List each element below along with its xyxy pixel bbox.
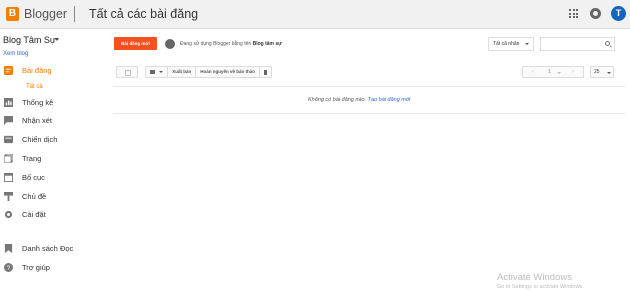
chevron-down-icon (159, 71, 164, 73)
sidebar-item-posts[interactable]: Bài đăng (0, 62, 108, 80)
account-avatar[interactable]: T (611, 6, 626, 21)
settings-icon (4, 210, 13, 219)
post-actions-group: Xuất bản Hoàn nguyên về bản thảo (145, 66, 273, 78)
page-number[interactable]: 1 (548, 69, 551, 75)
help-icon: ? (4, 263, 13, 272)
chevron-down-icon (607, 72, 611, 74)
empty-text: Không có bài đăng nào. (308, 97, 368, 103)
theme-icon (4, 192, 13, 201)
stats-icon (4, 98, 13, 107)
search-icon[interactable] (605, 41, 610, 46)
select-all-checkbox[interactable] (116, 66, 138, 78)
view-blog-link[interactable]: Xem blog (3, 51, 28, 57)
sidebar-item-layout[interactable]: Bố cục (0, 169, 108, 187)
profile-icon (165, 39, 175, 49)
apps-grid-icon[interactable] (569, 9, 578, 18)
sidebar-item-label: Chủ đề (22, 192, 47, 201)
svg-text:?: ? (7, 265, 11, 272)
brand-name[interactable]: Blogger (24, 7, 67, 21)
sidebar-item-stats[interactable]: Thống kê (0, 94, 108, 112)
sidebar-item-label: Cài đặt (22, 210, 46, 219)
label-button[interactable] (146, 67, 169, 77)
create-post-link[interactable]: Tạo bài đăng mới (368, 97, 411, 103)
sidebar-item-label: Danh sách Đọc (22, 244, 74, 253)
divider (113, 86, 625, 87)
sidebar-subitem-all[interactable]: Tất cả (26, 84, 43, 90)
prev-page-icon[interactable]: ‹ (532, 69, 534, 75)
empty-state-message: Không có bài đăng nào. Tạo bài đăng mới (308, 97, 410, 103)
header-divider (74, 6, 75, 22)
profile-name[interactable]: Blog tâm sự (253, 41, 282, 47)
delete-button[interactable] (260, 67, 271, 77)
new-post-button[interactable]: Bài đăng mới (114, 37, 157, 50)
label-icon (150, 70, 155, 74)
sidebar-item-label: Thống kê (22, 98, 54, 107)
trash-icon (264, 69, 268, 75)
search-input[interactable] (540, 37, 615, 51)
publish-button[interactable]: Xuất bản (168, 67, 197, 77)
sidebar-item-help[interactable]: ? Trợ giúp (0, 259, 108, 277)
label-filter-text: Tất cả nhãn (493, 41, 520, 47)
posts-icon (4, 66, 13, 75)
top-bar: B Blogger Tất cả các bài đăng T (0, 0, 630, 29)
chevron-down-icon (557, 72, 561, 74)
sidebar-item-pages[interactable]: Trang (0, 150, 108, 168)
layout-icon (4, 173, 13, 182)
page-title: Tất cả các bài đăng (89, 7, 199, 21)
divider (113, 113, 625, 114)
blogger-logo-icon[interactable]: B (6, 7, 19, 21)
reading-list-icon (4, 244, 13, 253)
chevron-down-icon (525, 43, 529, 45)
sidebar-item-reading-list[interactable]: Danh sách Đọc (0, 240, 108, 258)
sidebar-item-label: Chiến dịch (22, 135, 58, 144)
activate-windows-title: Activate Windows (497, 272, 572, 283)
sidebar-item-label: Bố cục (22, 173, 45, 182)
per-page-dropdown[interactable]: 25 (590, 66, 614, 78)
sidebar-item-label: Trợ giúp (22, 263, 50, 272)
pagination: ‹ 1 › (522, 66, 584, 78)
sidebar-item-settings[interactable]: Cài đặt (0, 206, 108, 224)
per-page-value: 25 (594, 69, 600, 75)
profile-prefix: Đang sử dụng Blogger bằng tên (180, 41, 253, 47)
campaigns-icon (4, 135, 13, 144)
sidebar-item-label: Bài đăng (22, 66, 52, 75)
sidebar-item-label: Nhận xét (22, 116, 53, 125)
sidebar-item-comments[interactable]: Nhận xét (0, 112, 108, 130)
revert-to-draft-button[interactable]: Hoàn nguyên về bản thảo (196, 67, 261, 77)
comments-icon (4, 116, 13, 125)
profile-notice: Đang sử dụng Blogger bằng tên Blog tâm s… (180, 41, 282, 47)
blog-selector[interactable]: Blog Tâm Sự (3, 35, 56, 45)
sidebar-item-campaigns[interactable]: Chiến dịch (0, 131, 108, 149)
label-filter-dropdown[interactable]: Tất cả nhãn (488, 37, 534, 51)
chevron-down-icon[interactable] (55, 38, 59, 41)
activate-windows-subtitle: Go to Settings to activate Windows. (497, 284, 584, 290)
app-root: B Blogger Tất cả các bài đăng T Blog Tâm… (0, 0, 630, 292)
sidebar-item-label: Trang (22, 154, 42, 163)
pages-icon (4, 154, 13, 163)
sidebar-item-theme[interactable]: Chủ đề (0, 188, 108, 206)
next-page-icon[interactable]: › (572, 69, 574, 75)
notifications-icon[interactable] (590, 8, 601, 19)
